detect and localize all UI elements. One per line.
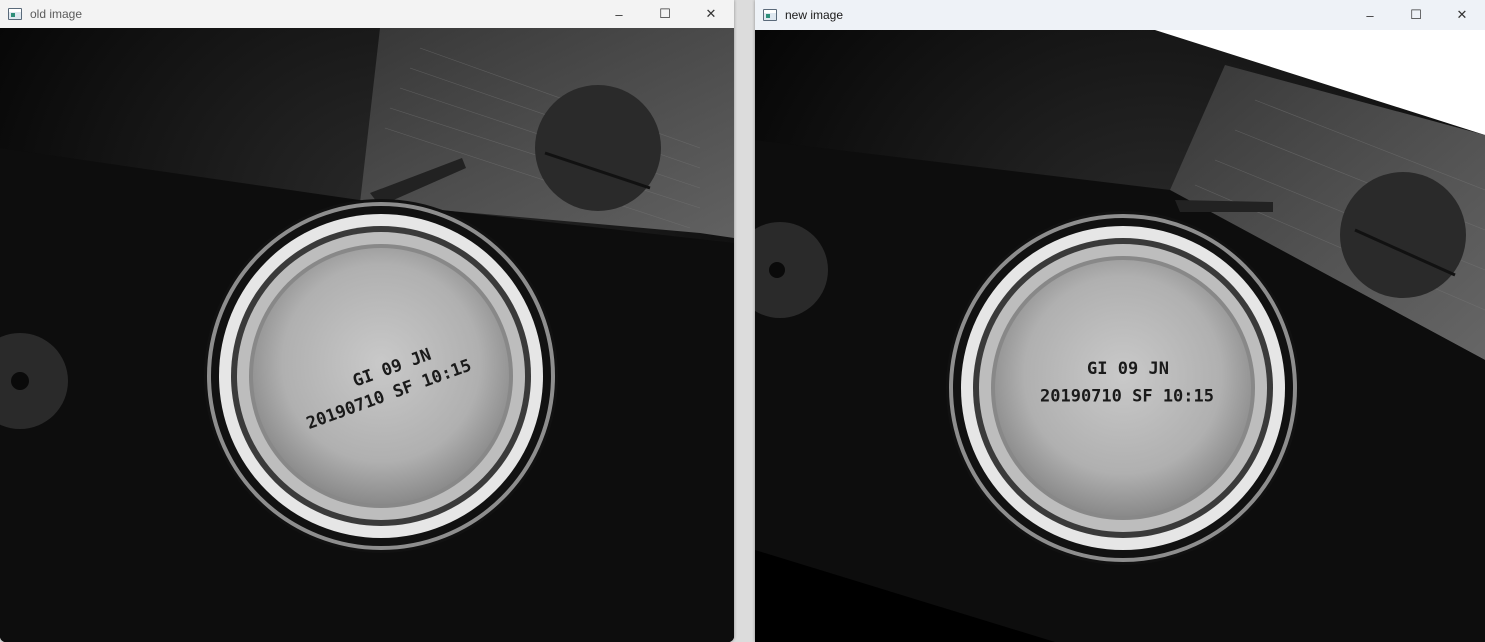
maximize-icon: ☐ bbox=[1410, 7, 1422, 22]
maximize-icon: ☐ bbox=[659, 6, 671, 21]
new-image-window: new image – ☐ ✕ GI 09 JN 20190710 SF 10:… bbox=[755, 0, 1485, 642]
old-image-window: old image – ☐ ✕ GI 09 JN 20190710 SF 10:… bbox=[0, 0, 734, 642]
close-icon: ✕ bbox=[1456, 7, 1468, 22]
image-canvas: GI 09 JN 20190710 SF 10:15 bbox=[0, 28, 734, 642]
close-icon: ✕ bbox=[705, 6, 717, 21]
image-canvas: GI 09 JN 20190710 SF 10:15 bbox=[755, 30, 1485, 642]
minimize-icon: – bbox=[1366, 7, 1374, 23]
close-button[interactable]: ✕ bbox=[688, 0, 734, 28]
date-code-line2: 20190710 SF 10:15 bbox=[1040, 386, 1214, 406]
minimize-icon: – bbox=[615, 6, 623, 22]
window-title: new image bbox=[785, 8, 844, 22]
date-code-line1: GI 09 JN bbox=[1087, 359, 1169, 379]
rotated-can-lid-photo: GI 09 JN 20190710 SF 10:15 bbox=[755, 30, 1485, 642]
close-button[interactable]: ✕ bbox=[1439, 0, 1485, 30]
can-lid-photo: GI 09 JN 20190710 SF 10:15 bbox=[0, 28, 734, 642]
app-icon bbox=[763, 9, 777, 21]
title-bar[interactable]: new image – ☐ ✕ bbox=[755, 0, 1485, 30]
app-icon bbox=[8, 8, 22, 20]
minimize-button[interactable]: – bbox=[596, 0, 642, 28]
minimize-button[interactable]: – bbox=[1347, 0, 1393, 30]
maximize-button[interactable]: ☐ bbox=[1393, 0, 1439, 30]
maximize-button[interactable]: ☐ bbox=[642, 0, 688, 28]
window-title: old image bbox=[30, 7, 83, 21]
title-bar[interactable]: old image – ☐ ✕ bbox=[0, 0, 734, 28]
